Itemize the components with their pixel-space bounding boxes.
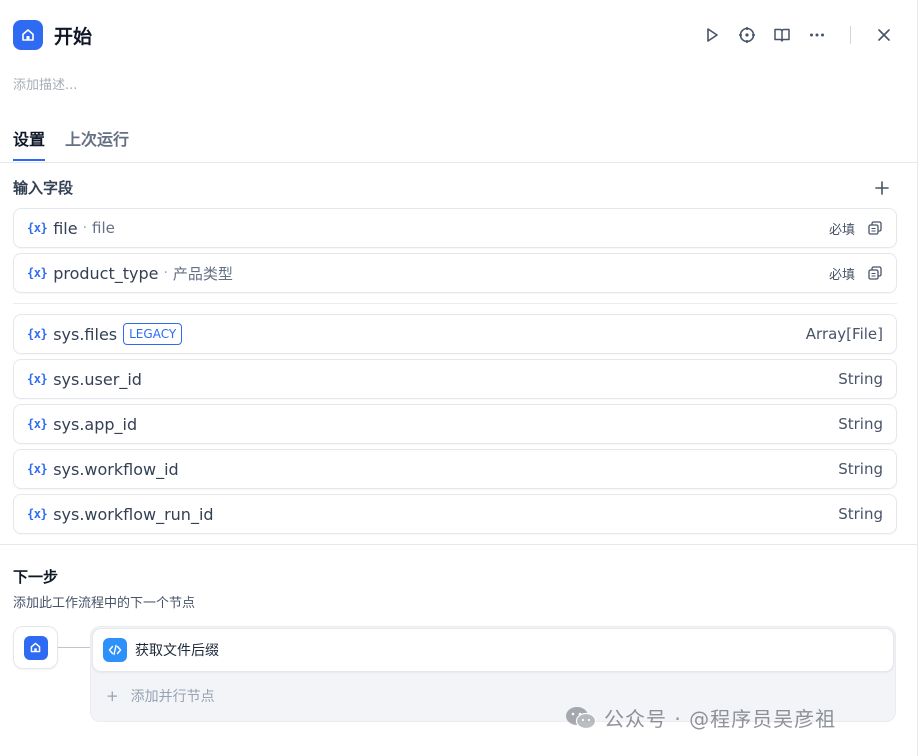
variable-icon: {x} [27, 221, 48, 235]
section-divider [13, 303, 897, 304]
variable-row[interactable]: {x} file · file 必填 [13, 208, 897, 248]
variable-name: sys.workflow_run_id [53, 504, 214, 524]
required-tag: 必填 [828, 267, 855, 283]
close-icon[interactable] [871, 22, 897, 48]
variable-type: String [838, 505, 883, 523]
tab-settings[interactable]: 设置 [13, 126, 46, 161]
code-icon [103, 638, 127, 662]
crosshair-icon[interactable] [734, 22, 760, 48]
variable-name: sys.user_id [53, 369, 142, 389]
system-variable-row[interactable]: {x} sys.workflow_run_id String [13, 494, 897, 534]
node-connector [58, 647, 90, 648]
next-node-label: 获取文件后缀 [135, 643, 219, 659]
next-step-subtitle: 添加此工作流程中的下一个节点 [13, 596, 196, 611]
variable-name: file [53, 218, 78, 238]
variable-icon: {x} [27, 266, 48, 280]
home-icon [23, 635, 48, 660]
plus-icon[interactable] [872, 178, 892, 198]
page-title: 开始 [54, 25, 93, 48]
variable-label: file [92, 219, 115, 237]
variable-name: sys.app_id [53, 414, 138, 434]
home-icon [13, 20, 43, 50]
add-parallel-label: 添加并行节点 [130, 689, 215, 705]
input-fields-title: 输入字段 [13, 179, 74, 197]
more-horizontal-icon[interactable] [804, 22, 830, 48]
variable-meta: String [838, 415, 883, 433]
variable-name: sys.workflow_id [53, 459, 179, 479]
play-icon[interactable] [699, 22, 725, 48]
variable-row[interactable]: {x} product_type · 产品类型 必填 [13, 253, 897, 293]
book-icon[interactable] [769, 22, 795, 48]
variable-separator: · [163, 265, 168, 281]
add-parallel-node-button[interactable]: + 添加并行节点 [106, 686, 215, 706]
variable-type: String [838, 460, 883, 478]
variable-icon: {x} [27, 462, 48, 476]
copy-icon[interactable] [867, 265, 883, 281]
toolbar-divider [850, 26, 851, 44]
plus-icon: + [106, 687, 119, 705]
variable-separator: · [82, 220, 88, 236]
next-node-item[interactable]: 获取文件后缀 [92, 628, 894, 672]
legacy-badge: LEGACY [123, 323, 183, 345]
start-node-panel: 开始 添加描述... 设置 上次运行 输入字段 {x} file · file [0, 0, 918, 756]
system-variable-row[interactable]: {x} sys.files LEGACY Array[File] [13, 314, 897, 354]
system-variable-row[interactable]: {x} sys.user_id String [13, 359, 897, 399]
required-tag: 必填 [828, 222, 855, 238]
start-node-thumbnail [13, 626, 58, 669]
watermark: 公众号 · @程序员吴彦祖 [564, 703, 836, 732]
panel-header: 开始 [13, 20, 92, 50]
tab-bar: 设置 上次运行 [13, 126, 149, 161]
system-variable-row[interactable]: {x} sys.app_id String [13, 404, 897, 444]
wechat-icon [564, 704, 598, 732]
variable-type: String [838, 370, 883, 388]
variable-icon: {x} [27, 372, 48, 386]
variable-type: String [838, 415, 883, 433]
variable-meta: 必填 [829, 264, 883, 283]
system-variable-row[interactable]: {x} sys.workflow_id String [13, 449, 897, 489]
variable-icon: {x} [27, 507, 48, 521]
next-step-title: 下一步 [13, 568, 59, 586]
watermark-text: 公众号 · @程序员吴彦祖 [604, 707, 837, 731]
copy-icon[interactable] [867, 220, 883, 236]
variable-meta: String [838, 505, 883, 523]
tab-last-run[interactable]: 上次运行 [65, 126, 129, 160]
variable-meta: String [838, 370, 883, 388]
description-input[interactable]: 添加描述... [13, 74, 77, 93]
variable-type: Array[File] [805, 325, 883, 343]
variable-icon: {x} [27, 327, 48, 341]
variable-icon: {x} [27, 417, 48, 431]
variable-meta: Array[File] [806, 325, 883, 343]
variable-meta: String [838, 460, 883, 478]
variable-name: sys.files [53, 324, 118, 344]
header-toolbar [690, 22, 897, 48]
tab-divider [0, 162, 918, 163]
section-divider [0, 544, 918, 545]
variable-meta: 必填 [829, 219, 883, 238]
variable-label: 产品类型 [172, 264, 233, 283]
variable-name: product_type [53, 263, 159, 283]
